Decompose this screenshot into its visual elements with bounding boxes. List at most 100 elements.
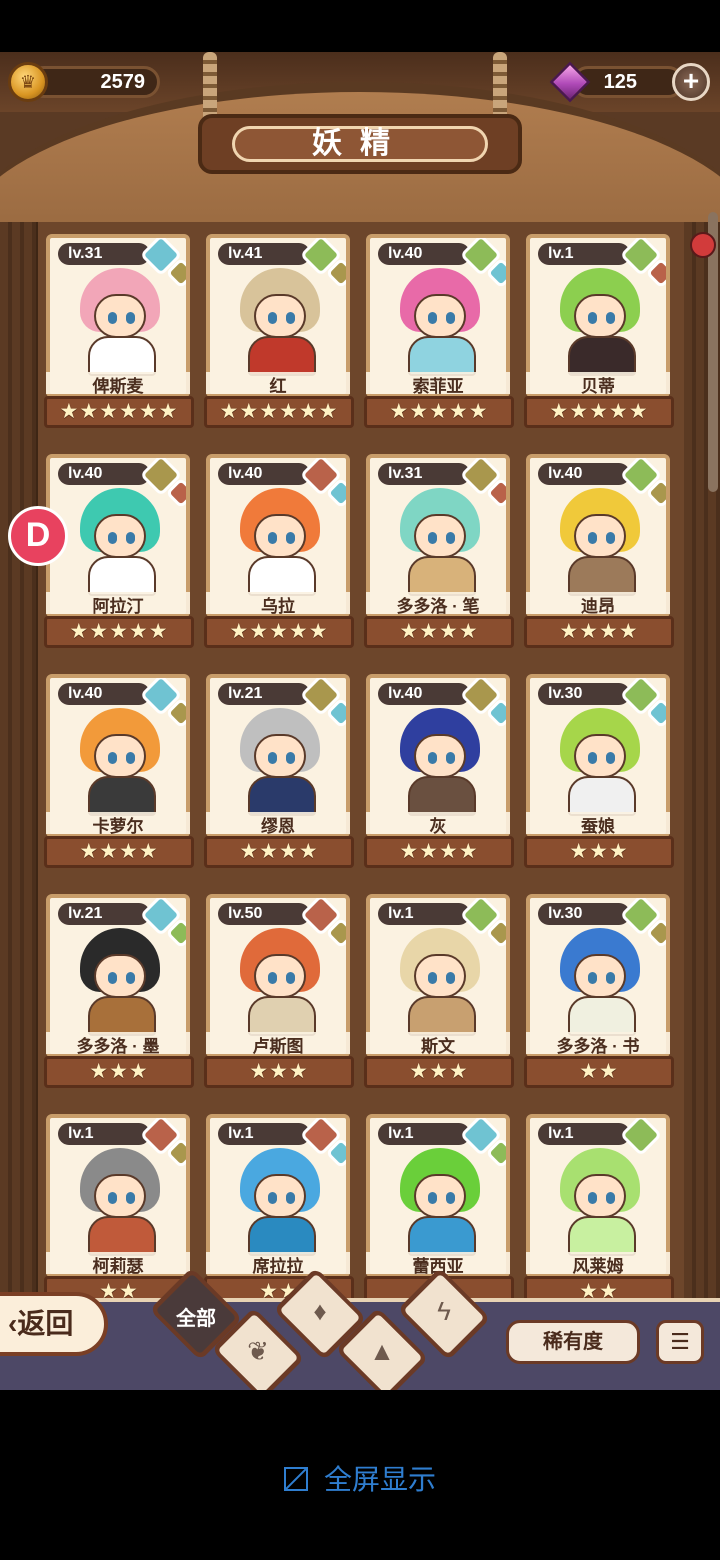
card-name: 阿拉汀 (46, 592, 190, 616)
card-level: lv.1 (378, 903, 470, 925)
card-name: 缪恩 (206, 812, 350, 836)
card-level: lv.1 (538, 243, 630, 265)
fairy-portrait (232, 1144, 328, 1256)
fairy-card[interactable]: lv.1 贝蒂 ★★★★★ (524, 234, 674, 430)
coin-icon: ♛ (8, 62, 48, 102)
card-name: 多多洛 · 书 (526, 1032, 670, 1056)
add-gems-button[interactable]: + (672, 63, 710, 101)
fullscreen-button[interactable]: 全屏显示 (0, 1458, 720, 1498)
card-level: lv.1 (538, 1123, 630, 1145)
fairy-card[interactable]: lv.21 缪恩 ★★★★ (204, 674, 354, 870)
fairy-portrait (72, 1144, 168, 1256)
star-rating: ★★★★ (524, 616, 674, 648)
star-rating: ★★★★★ (44, 616, 194, 648)
fairy-portrait (552, 704, 648, 816)
lightning-icon: ϟ (437, 1296, 451, 1326)
card-level: lv.30 (538, 903, 630, 925)
card-name: 俾斯麦 (46, 372, 190, 396)
star-rating: ★★★ (524, 836, 674, 868)
fairy-portrait (392, 484, 488, 596)
back-label: 返回 (17, 1308, 74, 1339)
star-rating: ★★★★★★ (204, 396, 354, 428)
fairy-portrait (72, 924, 168, 1036)
fairy-card[interactable]: lv.40 乌拉 ★★★★★ (204, 454, 354, 650)
card-level: lv.40 (378, 243, 470, 265)
star-rating: ★★★★★★ (44, 396, 194, 428)
game-screen: 2579 ♛ 125 + 妖精 lv.31 俾斯麦 ★★★★★★ lv.41 红 ★★★★… (0, 52, 720, 1390)
card-level: lv.50 (218, 903, 310, 925)
rarity-sort-button[interactable]: 稀有度 (506, 1320, 640, 1364)
side-badge-button[interactable]: D (8, 506, 68, 566)
fairy-card[interactable]: lv.41 红 ★★★★★★ (204, 234, 354, 430)
card-name: 席拉拉 (206, 1252, 350, 1276)
fairy-portrait (392, 264, 488, 376)
card-level: lv.40 (58, 683, 150, 705)
star-rating: ★★★★ (44, 836, 194, 868)
card-name: 索菲亚 (366, 372, 510, 396)
card-level: lv.1 (218, 1123, 310, 1145)
fairy-card[interactable]: lv.40 灰 ★★★★ (364, 674, 514, 870)
card-name: 卡萝尔 (46, 812, 190, 836)
water-drop-icon: ♦ (313, 1296, 327, 1326)
card-level: lv.1 (58, 1123, 150, 1145)
sort-order-button[interactable]: ☰ (656, 1320, 704, 1364)
star-rating: ★★ (524, 1056, 674, 1088)
fairy-portrait (392, 1144, 488, 1256)
left-pillar (0, 222, 36, 1352)
fairy-card[interactable]: lv.40 阿拉汀 ★★★★★ (44, 454, 194, 650)
star-rating: ★★★ (364, 1056, 514, 1088)
card-name: 风莱姆 (526, 1252, 670, 1276)
back-button[interactable]: ‹返回 (0, 1292, 108, 1356)
page-title: 妖精 (232, 126, 488, 162)
card-level: lv.30 (538, 683, 630, 705)
fairy-portrait (392, 924, 488, 1036)
fairy-card[interactable]: lv.40 卡萝尔 ★★★★ (44, 674, 194, 870)
sort-list-icon: ☰ (670, 1329, 690, 1354)
star-rating: ★★★★★ (524, 396, 674, 428)
fairy-portrait (72, 704, 168, 816)
fairy-portrait (72, 264, 168, 376)
fairy-portrait (552, 264, 648, 376)
card-level: lv.31 (378, 463, 470, 485)
card-level: lv.1 (378, 1123, 470, 1145)
card-name: 红 (206, 372, 350, 396)
title-sign: 妖精 (198, 114, 522, 174)
fairy-card[interactable]: lv.30 蚕娘 ★★★ (524, 674, 674, 870)
card-level: lv.40 (538, 463, 630, 485)
fairy-card[interactable]: lv.1 席拉拉 ★★ (204, 1114, 354, 1310)
fairy-card[interactable]: lv.31 多多洛 · 笔 ★★★★ (364, 454, 514, 650)
fairy-card[interactable]: lv.21 多多洛 · 墨 ★★★ (44, 894, 194, 1090)
card-name: 乌拉 (206, 592, 350, 616)
fairy-card[interactable]: lv.50 卢斯图 ★★★ (204, 894, 354, 1090)
card-name: 柯莉瑟 (46, 1252, 190, 1276)
fullscreen-label: 全屏显示 (323, 1464, 436, 1495)
star-rating: ★★★★★ (364, 396, 514, 428)
fullscreen-icon (283, 1467, 308, 1491)
leaf-icon: ❦ (247, 1336, 269, 1366)
card-level: lv.21 (218, 683, 310, 705)
fairy-card[interactable]: lv.1 斯文 ★★★ (364, 894, 514, 1090)
card-name: 贝蒂 (526, 372, 670, 396)
fairy-portrait (72, 484, 168, 596)
coin-amount: 2579 (100, 70, 146, 93)
card-name: 灰 (366, 812, 510, 836)
fairy-card[interactable]: lv.1 风莱姆 ★★ (524, 1114, 674, 1310)
star-rating: ★★★★ (204, 836, 354, 868)
card-level: lv.21 (58, 903, 150, 925)
card-name: 多多洛 · 墨 (46, 1032, 190, 1056)
star-rating: ★★★★ (364, 836, 514, 868)
filter-all-label: 全部 (176, 1308, 216, 1330)
star-rating: ★★★ (204, 1056, 354, 1088)
card-name: 蚕娘 (526, 812, 670, 836)
fairy-portrait (552, 1144, 648, 1256)
fairy-card[interactable]: lv.40 迪昂 ★★★★ (524, 454, 674, 650)
fairy-portrait (232, 704, 328, 816)
fairy-card[interactable]: lv.40 索菲亚 ★★★★★ (364, 234, 514, 430)
fairy-card[interactable]: lv.31 俾斯麦 ★★★★★★ (44, 234, 194, 430)
fairy-portrait (232, 484, 328, 596)
star-rating: ★★★★★ (204, 616, 354, 648)
fairy-card[interactable]: lv.30 多多洛 · 书 ★★ (524, 894, 674, 1090)
card-name: 迪昂 (526, 592, 670, 616)
fairy-portrait (552, 484, 648, 596)
fairy-card[interactable]: lv.1 柯莉瑟 ★★ (44, 1114, 194, 1310)
